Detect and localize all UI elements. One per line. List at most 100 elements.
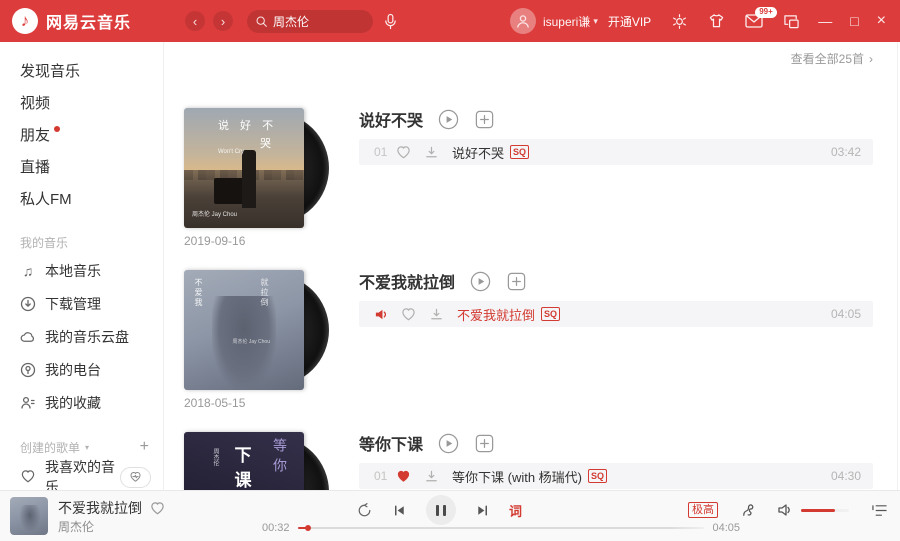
- sidebar-item-my-radio[interactable]: 我的电台: [0, 353, 163, 386]
- sidebar-item-discover[interactable]: 发现音乐: [0, 54, 163, 86]
- next-track-icon[interactable]: [475, 503, 490, 518]
- album-title[interactable]: 说好不哭: [359, 107, 423, 131]
- view-all-label: 查看全部25首: [790, 52, 864, 66]
- pause-button[interactable]: [426, 495, 456, 525]
- search-results-panel: 查看全部25首 › 说 好 不 哭 Won't Cry 周杰伦 Jay Chou…: [165, 42, 900, 490]
- sound-effect-icon[interactable]: [740, 502, 757, 519]
- sidebar-item-friends[interactable]: 朋友: [0, 118, 163, 150]
- volume-slider[interactable]: [801, 508, 849, 512]
- search-input[interactable]: [273, 14, 363, 28]
- sidebar-item-label: 私人FM: [20, 190, 72, 208]
- maximize-button[interactable]: □: [850, 14, 858, 28]
- progress-bar-area: 00:32 04:05: [262, 522, 740, 534]
- app-logo[interactable]: ♪ 网易云音乐: [12, 8, 162, 34]
- previous-track-icon[interactable]: [392, 503, 407, 518]
- sidebar-item-personal-fm[interactable]: 私人FM: [0, 182, 163, 214]
- music-note-icon: ♫: [22, 262, 34, 279]
- liked-heart-icon[interactable]: [396, 469, 411, 484]
- album-cover[interactable]: 说 好 不 哭 Won't Cry 周杰伦 Jay Chou: [184, 108, 304, 228]
- sq-quality-badge: SQ: [510, 145, 530, 159]
- view-all-songs-link[interactable]: 查看全部25首 ›: [791, 50, 873, 67]
- now-playing-artist[interactable]: 周杰伦: [58, 518, 94, 535]
- scrollbar-track[interactable]: [897, 42, 898, 490]
- now-playing-thumbnail[interactable]: [10, 497, 48, 535]
- sidebar-item-label: 我喜欢的音乐: [45, 459, 115, 490]
- sidebar-item-live[interactable]: 直播: [0, 150, 163, 182]
- sidebar-item-label: 下载管理: [45, 295, 101, 312]
- progress-bar[interactable]: [297, 525, 705, 531]
- play-album-button[interactable]: [470, 271, 491, 292]
- sidebar-item-my-collection[interactable]: 我的收藏: [0, 386, 163, 419]
- mini-mode-icon[interactable]: [783, 14, 800, 29]
- sidebar-item-cloud-disk[interactable]: 我的音乐云盘: [0, 320, 163, 353]
- progress-played[interactable]: [297, 525, 311, 531]
- song-row[interactable]: 01 说好不哭 SQ 03:42: [359, 139, 873, 165]
- song-title[interactable]: 不爱我就拉倒: [457, 305, 535, 324]
- song-title[interactable]: 等你下课 (with 杨瑞代): [452, 467, 582, 486]
- user-name[interactable]: isuperi谦: [543, 13, 590, 30]
- download-icon[interactable]: [424, 145, 439, 160]
- theme-shirt-icon[interactable]: [708, 13, 725, 29]
- add-album-button[interactable]: [506, 271, 527, 292]
- volume-fill[interactable]: [801, 508, 835, 512]
- download-icon[interactable]: [424, 469, 439, 484]
- vip-link[interactable]: 开通VIP: [608, 13, 651, 30]
- album-art[interactable]: 说 好 不 哭 Won't Cry 周杰伦 Jay Chou: [184, 108, 334, 228]
- playlist-queue-icon[interactable]: [871, 503, 888, 518]
- collection-icon: [21, 396, 35, 409]
- lyrics-button[interactable]: 词: [509, 501, 522, 520]
- song-row-playing[interactable]: 不爱我就拉倒 SQ 04:05: [359, 301, 873, 327]
- album-art[interactable]: 不爱我 就拉倒 周杰伦 Jay Chou: [184, 270, 334, 390]
- microphone-icon[interactable]: [383, 13, 398, 30]
- album-cover[interactable]: 不爱我 就拉倒 周杰伦 Jay Chou: [184, 270, 304, 390]
- like-heart-icon[interactable]: [396, 145, 411, 160]
- sidebar-item-video[interactable]: 视频: [0, 86, 163, 118]
- download-circle-icon: [20, 296, 36, 311]
- play-album-button[interactable]: [438, 433, 459, 454]
- play-album-button[interactable]: [438, 109, 459, 130]
- chevron-down-icon[interactable]: ▾: [593, 16, 598, 27]
- like-heart-icon[interactable]: [401, 307, 416, 322]
- song-title[interactable]: 说好不哭: [452, 143, 504, 162]
- sidebar-item-label: 视频: [20, 94, 51, 112]
- now-playing-title[interactable]: 不爱我就拉倒: [58, 498, 142, 518]
- album-title[interactable]: 不爱我就拉倒: [359, 269, 455, 293]
- chevron-right-icon: ›: [869, 51, 873, 66]
- created-playlists-header[interactable]: 创建的歌单 ▾ +: [0, 435, 163, 459]
- forward-button[interactable]: ›: [213, 11, 233, 31]
- add-album-button[interactable]: [474, 433, 495, 454]
- cover-artist-text: 周杰伦 Jay Chou: [232, 338, 270, 345]
- sidebar-item-downloads[interactable]: 下载管理: [0, 287, 163, 320]
- header-right: isuperi谦 ▾ 开通VIP 99+ — □ ×: [509, 7, 886, 34]
- album-cover[interactable]: 下课 等你 周杰伦: [184, 432, 304, 490]
- user-avatar[interactable]: [509, 8, 536, 34]
- cover-subtitle-text: Won't Cry: [218, 149, 245, 155]
- audio-quality-badge[interactable]: 极高: [688, 501, 718, 519]
- like-heart-icon[interactable]: [150, 501, 165, 516]
- heart-mode-pill-button[interactable]: [120, 466, 151, 488]
- messages-button[interactable]: 99+: [745, 7, 777, 28]
- minimize-button[interactable]: —: [818, 14, 832, 28]
- back-button[interactable]: ‹: [185, 11, 205, 31]
- album-art[interactable]: 下课 等你 周杰伦: [184, 432, 334, 490]
- search-icon: [256, 16, 267, 27]
- close-button[interactable]: ×: [877, 13, 886, 29]
- chevron-down-icon: ▾: [85, 442, 90, 452]
- new-activity-dot: [54, 126, 61, 132]
- sidebar: 发现音乐 视频 朋友 直播 私人FM 我的音乐 ♫ 本地音乐 下载管理 我的音乐…: [0, 42, 164, 490]
- add-album-button[interactable]: [474, 109, 495, 130]
- volume-speaker-icon[interactable]: [777, 502, 793, 518]
- sidebar-item-liked-music[interactable]: 我喜欢的音乐: [0, 459, 163, 490]
- sq-quality-badge: SQ: [541, 307, 561, 321]
- download-icon[interactable]: [429, 307, 444, 322]
- settings-gear-icon[interactable]: [671, 13, 688, 30]
- sidebar-item-label: 直播: [20, 158, 51, 176]
- add-playlist-button[interactable]: +: [140, 438, 149, 456]
- loop-mode-icon[interactable]: [356, 502, 373, 519]
- search-box[interactable]: [247, 9, 373, 33]
- sidebar-item-local-music[interactable]: ♫ 本地音乐: [0, 254, 163, 287]
- album-title[interactable]: 等你下课: [359, 431, 423, 455]
- song-row[interactable]: 01 等你下课 (with 杨瑞代) SQ 04:30: [359, 463, 873, 489]
- album-section: 下课 等你 周杰伦 等你下课 01 等你下课 (with 杨瑞代) SQ 04:…: [184, 432, 873, 490]
- radio-icon: [20, 362, 36, 377]
